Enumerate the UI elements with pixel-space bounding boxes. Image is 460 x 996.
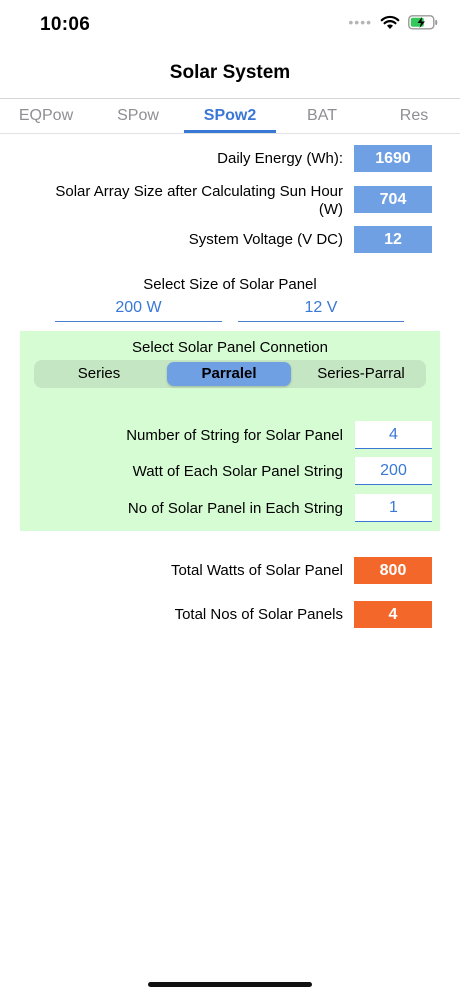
daily-energy-label: Daily Energy (Wh):: [217, 150, 343, 167]
status-bar: 10:06 ••••: [0, 0, 460, 50]
total-watts-value: 800: [354, 557, 432, 584]
segment-series[interactable]: Series: [34, 360, 164, 388]
watt-string-label: Watt of Each Solar Panel String: [132, 463, 343, 480]
tab-bat[interactable]: BAT: [276, 99, 368, 133]
array-size-label: Solar Array Size after Calculating Sun H…: [20, 183, 343, 219]
connection-panel: Select Solar Panel Connetion Series Parr…: [20, 331, 440, 531]
panels-per-string-input[interactable]: 1: [355, 494, 432, 522]
connection-title: Select Solar Panel Connetion: [132, 339, 328, 356]
system-voltage-label: System Voltage (V DC): [188, 231, 343, 248]
segment-parallel[interactable]: Parralel: [167, 362, 291, 386]
connection-segmented-control: Series Parralel Series-Parral: [34, 360, 426, 388]
array-size-label-line2: (W): [318, 201, 343, 218]
strings-label: Number of String for Solar Panel: [126, 427, 343, 444]
strings-input[interactable]: 4: [355, 421, 432, 449]
array-size-value: 704: [354, 186, 432, 213]
array-size-label-line1: Solar Array Size after Calculating Sun H…: [55, 183, 343, 200]
panels-per-string-label: No of Solar Panel in Each String: [127, 500, 343, 517]
total-panels-value: 4: [354, 601, 432, 628]
page-title: Solar System: [169, 62, 291, 83]
status-time: 10:06: [40, 14, 91, 35]
home-indicator: [148, 982, 312, 987]
tab-spow[interactable]: SPow: [92, 99, 184, 133]
tab-spow2[interactable]: SPow2: [184, 99, 276, 133]
panel-size-title: Select Size of Solar Panel: [143, 276, 317, 293]
active-tab-indicator: [184, 130, 276, 133]
panel-volt-select[interactable]: 12 V: [238, 299, 404, 322]
tab-eqpow[interactable]: EQPow: [0, 99, 92, 133]
status-icons: ••••: [348, 14, 438, 30]
segment-series-parallel[interactable]: Series-Parral: [296, 360, 426, 388]
system-voltage-value: 12: [354, 226, 432, 253]
signal-dots-icon: ••••: [348, 14, 372, 30]
wifi-icon: [380, 15, 400, 29]
tab-bar: EQPow SPow SPow2 BAT Res: [0, 98, 460, 134]
total-panels-label: Total Nos of Solar Panels: [174, 606, 343, 623]
panel-watt-select[interactable]: 200 W: [55, 299, 222, 322]
watt-string-input[interactable]: 200: [355, 457, 432, 485]
battery-charging-icon: [408, 14, 438, 30]
tab-res[interactable]: Res: [368, 99, 460, 133]
daily-energy-value: 1690: [354, 145, 432, 172]
total-watts-label: Total Watts of Solar Panel: [170, 562, 343, 579]
